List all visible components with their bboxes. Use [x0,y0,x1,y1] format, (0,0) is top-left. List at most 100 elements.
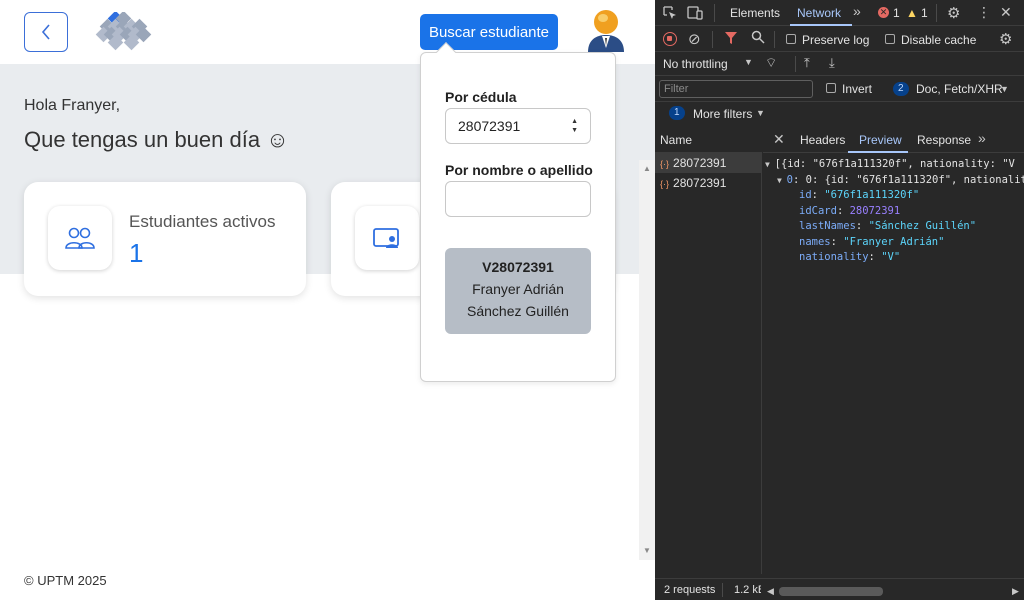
dropdown-arrow-icon[interactable]: ▼ [744,57,753,67]
subgreeting-text: Que tengas un buen día ☺ [24,127,289,152]
request-name: 28072391 [673,176,727,190]
more-filters-count-badge: 1 [669,106,685,120]
divider [714,4,715,22]
user-avatar-icon[interactable] [586,8,626,52]
error-count[interactable]: 1 [893,6,900,20]
search-icon[interactable] [751,30,765,47]
name-column-header[interactable]: Name [655,127,762,153]
more-tabs-icon[interactable]: » [853,3,861,19]
preview-line[interactable]: id: "676f1a111320f" [765,188,1024,204]
xhr-icon: {·} [660,179,670,189]
more-options-icon[interactable]: ⋮ [977,4,991,21]
users-icon [48,206,112,270]
active-students-card[interactable]: Estudiantes activos 1 [24,182,306,296]
inspect-element-icon[interactable] [663,6,677,23]
scroll-thumb[interactable] [779,587,883,596]
warning-icon[interactable]: ▲ [906,6,918,20]
presentation-user-icon [355,206,419,270]
preview-line[interactable]: names: "Franyer Adrián" [765,235,1024,251]
preserve-log-label[interactable]: Preserve log [802,33,869,47]
json-preview: ▼ [{id: "676f1a111320f", nationality: "V… [765,157,1024,266]
disable-cache-checkbox[interactable] [885,34,895,44]
divider [795,56,796,72]
transfer-size: 1.2 kB [734,584,761,596]
request-name: 28072391 [673,156,727,170]
preview-horizontal-scrollbar[interactable]: ◀ ▶ [763,584,1024,600]
request-row[interactable]: {·} 28072391 [655,153,762,173]
app-viewport: Buscar estudiante Hola Franyer, Que teng… [0,0,655,600]
record-stop-icon[interactable] [663,32,677,46]
name-label: Por nombre o apellido [445,162,593,178]
dropdown-arrow-icon[interactable]: ▼ [1000,84,1009,94]
result-last-names: Sánchez Guillén [467,303,569,319]
divider [722,583,723,597]
logo[interactable] [92,12,156,52]
tab-response[interactable]: Response [917,133,971,147]
clear-icon[interactable]: ⊘ [688,30,701,48]
more-filters-dropdown[interactable]: More filters [693,107,752,121]
request-count: 2 requests [664,584,716,596]
search-student-popover: Por cédula 28072391 ▲ ▼ Por nombre o apel… [420,42,616,382]
warning-count[interactable]: 1 [921,6,928,20]
divider [774,31,775,48]
tab-headers[interactable]: Headers [800,133,845,147]
import-har-icon[interactable]: ⤒ [804,55,810,71]
disable-cache-label[interactable]: Disable cache [901,33,976,47]
close-detail-icon[interactable]: ✕ [773,131,785,148]
close-devtools-icon[interactable]: ✕ [1000,4,1012,21]
error-icon[interactable]: ✕ [878,7,889,18]
divider [936,4,937,22]
throttling-row: No throttling ▼ ⌔ ⤒ ⤓ [655,52,1024,76]
scroll-down-arrow-icon[interactable]: ▼ [643,546,651,555]
network-settings-gear-icon[interactable]: ⚙ [999,30,1012,48]
network-filter-input[interactable]: Filter [659,80,813,98]
cedula-input[interactable]: 28072391 ▲ ▼ [445,108,591,144]
preserve-log-checkbox[interactable] [786,34,796,44]
active-tab-indicator [790,24,852,26]
devtools-tabbar: Elements Network » ✕ 1 ▲ 1 ⚙ ⋮ ✕ [655,0,1024,26]
name-input[interactable] [445,181,591,217]
chevron-left-icon [41,24,50,40]
request-row[interactable]: {·} 28072391 [655,173,762,193]
dropdown-arrow-icon[interactable]: ▼ [756,108,765,118]
request-name-column: Name {·} 28072391 {·} 28072391 [655,127,762,574]
greeting-text: Hola Franyer, [24,97,121,114]
card-title: Estudiantes activos [129,212,276,231]
throttling-select[interactable]: No throttling [663,57,728,71]
preview-line[interactable]: ▼ 0: 0: {id: "676f1a111320f", nationalit… [765,173,1024,189]
export-har-icon[interactable]: ⤓ [829,55,835,71]
divider [655,101,1024,102]
tab-preview[interactable]: Preview [859,133,902,147]
settings-gear-icon[interactable]: ⚙ [947,4,960,22]
devtools-panel: Elements Network » ✕ 1 ▲ 1 ⚙ ⋮ ✕ ⊘ Prese… [655,0,1024,600]
wifi-settings-icon[interactable]: ⌔ [765,55,777,71]
back-button[interactable] [24,12,68,52]
card-value: 1 [129,238,144,268]
search-result-item[interactable]: V28072391 Franyer Adrián Sánchez Guillén [445,248,591,334]
filter-funnel-icon[interactable] [725,31,737,48]
search-student-button[interactable]: Buscar estudiante [420,14,558,50]
doc-filter-count-badge: 2 [893,82,909,96]
device-toolbar-icon[interactable] [687,6,703,23]
preview-line[interactable]: ▼ [{id: "676f1a111320f", nationality: "V [765,157,1024,173]
invert-checkbox[interactable] [826,83,836,93]
network-toolbar: ⊘ Preserve log Disable cache ⚙ [655,27,1024,52]
scroll-right-arrow-icon[interactable]: ▶ [1012,586,1019,597]
request-detail-tabs: ✕ Headers Preview Response » [763,127,1024,153]
scroll-left-arrow-icon[interactable]: ◀ [767,586,774,597]
preview-line[interactable]: lastNames: "Sánchez Guillén" [765,219,1024,235]
cedula-label: Por cédula [445,89,517,105]
doc-filter-dropdown[interactable]: Doc, Fetch/XHR [916,82,1003,96]
more-detail-tabs-icon[interactable]: » [978,130,986,146]
result-id: V28072391 [482,259,554,275]
preview-line[interactable]: idCard: 28072391 [765,204,1024,220]
tab-network[interactable]: Network [797,6,841,20]
footer-copyright: © UPTM 2025 [24,573,107,588]
preview-line[interactable]: nationality: "V" [765,250,1024,266]
page-scrollbar[interactable]: ▲ ▼ [639,160,655,560]
tab-elements[interactable]: Elements [730,6,780,20]
xhr-icon: {·} [660,159,670,169]
scroll-up-arrow-icon[interactable]: ▲ [643,164,651,173]
invert-label[interactable]: Invert [842,82,872,96]
number-stepper-icon[interactable]: ▲ ▼ [571,117,578,135]
